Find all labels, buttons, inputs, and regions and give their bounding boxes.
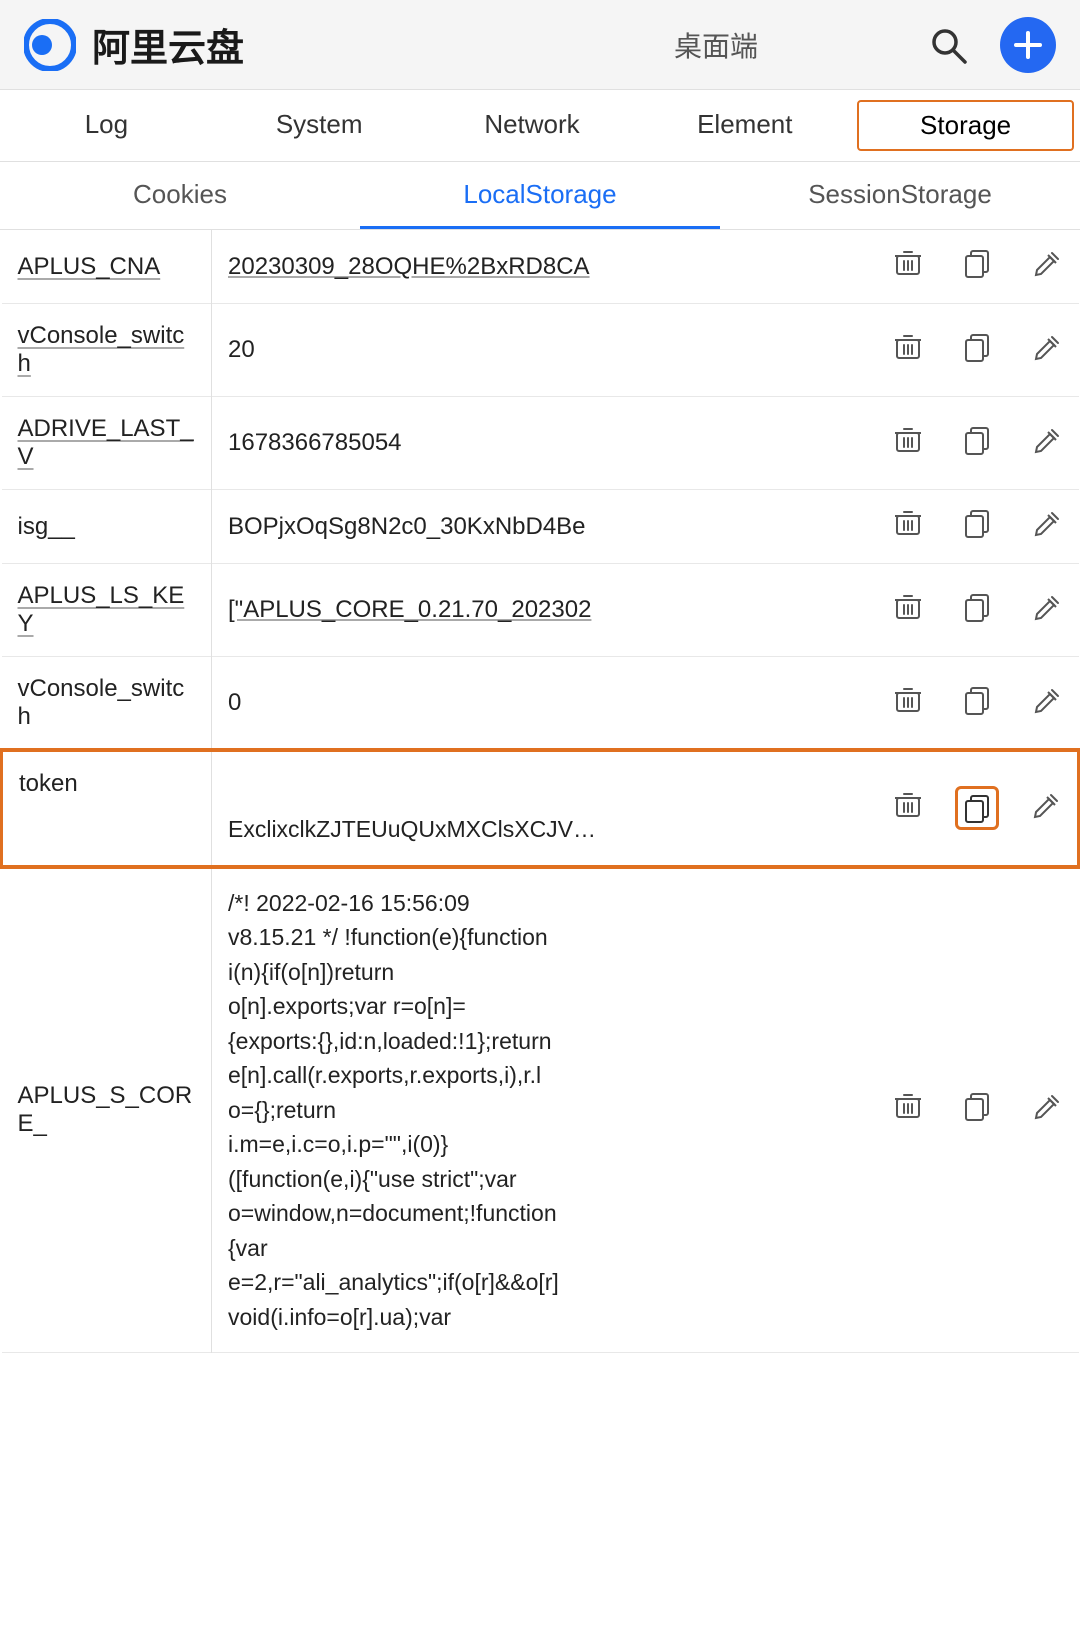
app-subtitle: 桌面端 xyxy=(508,25,924,65)
delete-icon xyxy=(893,1091,923,1121)
edit-cell[interactable] xyxy=(1015,751,1079,867)
storage-key-label: APLUS_LS_KEY xyxy=(18,582,185,637)
delete-cell[interactable] xyxy=(877,657,939,751)
table-row: ADRIVE_LAST_V 1678366785054 xyxy=(2,397,1079,490)
storage-value-label: ["APLUS_CORE_0.21.70_202302 xyxy=(228,596,591,623)
storage-key-cell: APLUS_S_CORE_ xyxy=(2,866,212,1353)
storage-key-cell: vConsole_switch xyxy=(2,304,212,397)
copy-cell[interactable] xyxy=(939,657,1015,751)
tab-network[interactable]: Network xyxy=(426,90,639,161)
table-row: vConsole_switch 20 xyxy=(2,304,1079,397)
copy-icon xyxy=(962,685,992,715)
add-button[interactable] xyxy=(1000,17,1056,73)
tab-log[interactable]: Log xyxy=(0,90,213,161)
table-row: isg__BOPjxOqSg8N2c0_30KxNbD4Be xyxy=(2,490,1079,564)
storage-key-label: APLUS_CNA xyxy=(18,253,161,280)
table-row: vConsole_switch0 xyxy=(2,657,1079,751)
edit-icon xyxy=(1032,248,1062,278)
edit-cell[interactable] xyxy=(1015,230,1079,304)
delete-icon xyxy=(893,592,923,622)
delete-cell[interactable] xyxy=(877,564,939,657)
table-row: APLUS_S_CORE_/*! 2022-02-16 15:56:09 v8.… xyxy=(2,866,1079,1353)
storage-key-label: vConsole_switch xyxy=(18,322,185,377)
delete-cell[interactable] xyxy=(877,490,939,564)
tab-system[interactable]: System xyxy=(213,90,426,161)
app-bar: 阿里云盘 桌面端 xyxy=(0,0,1080,90)
storage-key-label: ADRIVE_LAST_V xyxy=(18,415,194,470)
edit-icon xyxy=(1032,332,1062,362)
delete-cell[interactable] xyxy=(877,751,939,867)
plus-icon xyxy=(1012,29,1044,61)
storage-key-cell: token xyxy=(2,751,212,867)
delete-icon xyxy=(893,790,923,820)
copy-icon-highlighted[interactable] xyxy=(955,786,999,830)
tab-element[interactable]: Element xyxy=(638,90,851,161)
delete-icon xyxy=(893,685,923,715)
storage-key-cell: APLUS_LS_KEY xyxy=(2,564,212,657)
tab-storage[interactable]: Storage xyxy=(857,100,1074,151)
copy-icon xyxy=(962,425,992,455)
table-row: APLUS_LS_KEY ["APLUS_CORE_0.21.70_202302 xyxy=(2,564,1079,657)
storage-table: APLUS_CNA 20230309_28OQHE%2BxRD8CA vConso… xyxy=(0,230,1080,1353)
edit-icon xyxy=(1032,1091,1062,1121)
storage-value-cell: /*! 2022-02-16 15:56:09 v8.15.21 */ !fun… xyxy=(212,866,878,1353)
storage-value-cell: ["APLUS_CORE_0.21.70_202302 xyxy=(212,564,878,657)
storage-value-cell: 0 xyxy=(212,657,878,751)
copy-cell[interactable] xyxy=(939,564,1015,657)
tab-localstorage[interactable]: LocalStorage xyxy=(360,162,720,229)
edit-icon xyxy=(1032,508,1062,538)
delete-cell[interactable] xyxy=(877,397,939,490)
table-row: APLUS_CNA 20230309_28OQHE%2BxRD8CA xyxy=(2,230,1079,304)
storage-value-label: 20230309_28OQHE%2BxRD8CA xyxy=(228,253,590,280)
edit-cell[interactable] xyxy=(1015,304,1079,397)
edit-icon xyxy=(1032,425,1062,455)
edit-cell[interactable] xyxy=(1015,657,1079,751)
storage-value-cell: ExclixclkZJTEUuQUxMXClsXCJV… xyxy=(212,751,878,867)
copy-cell[interactable] xyxy=(939,751,1015,867)
edit-cell[interactable] xyxy=(1015,866,1079,1353)
storage-key-cell: vConsole_switch xyxy=(2,657,212,751)
edit-icon xyxy=(1032,685,1062,715)
storage-key-cell: APLUS_CNA xyxy=(2,230,212,304)
app-logo-icon xyxy=(24,19,76,71)
copy-cell[interactable] xyxy=(939,490,1015,564)
copy-icon xyxy=(962,248,992,278)
tab-cookies[interactable]: Cookies xyxy=(0,162,360,229)
storage-key-cell: ADRIVE_LAST_V xyxy=(2,397,212,490)
edit-cell[interactable] xyxy=(1015,397,1079,490)
search-button[interactable] xyxy=(924,21,972,69)
delete-icon xyxy=(893,248,923,278)
storage-value-cell: 20 xyxy=(212,304,878,397)
delete-icon xyxy=(893,508,923,538)
delete-icon xyxy=(893,425,923,455)
delete-icon xyxy=(893,332,923,362)
tab-sessionstorage[interactable]: SessionStorage xyxy=(720,162,1080,229)
storage-value-cell: 1678366785054 xyxy=(212,397,878,490)
delete-cell[interactable] xyxy=(877,304,939,397)
app-title: 阿里云盘 xyxy=(92,17,508,72)
edit-cell[interactable] xyxy=(1015,490,1079,564)
storage-key-cell: isg__ xyxy=(2,490,212,564)
copy-icon xyxy=(962,592,992,622)
storage-value-cell: BOPjxOqSg8N2c0_30KxNbD4Be xyxy=(212,490,878,564)
storage-value-cell: 20230309_28OQHE%2BxRD8CA xyxy=(212,230,878,304)
copy-icon xyxy=(962,793,992,823)
edit-icon xyxy=(1031,790,1061,820)
copy-icon xyxy=(962,332,992,362)
copy-icon xyxy=(962,1091,992,1121)
delete-cell[interactable] xyxy=(877,230,939,304)
app-bar-actions xyxy=(924,17,1056,73)
copy-cell[interactable] xyxy=(939,230,1015,304)
edit-icon xyxy=(1032,592,1062,622)
search-icon xyxy=(928,25,968,65)
copy-cell[interactable] xyxy=(939,397,1015,490)
devtools-tabs: Log System Network Element Storage xyxy=(0,90,1080,162)
storage-tabs: Cookies LocalStorage SessionStorage xyxy=(0,162,1080,230)
delete-cell[interactable] xyxy=(877,866,939,1353)
edit-cell[interactable] xyxy=(1015,564,1079,657)
copy-cell[interactable] xyxy=(939,866,1015,1353)
copy-cell[interactable] xyxy=(939,304,1015,397)
table-row: tokenExclixclkZJTEUuQUxMXClsXCJV… xyxy=(2,751,1079,867)
copy-icon xyxy=(962,508,992,538)
